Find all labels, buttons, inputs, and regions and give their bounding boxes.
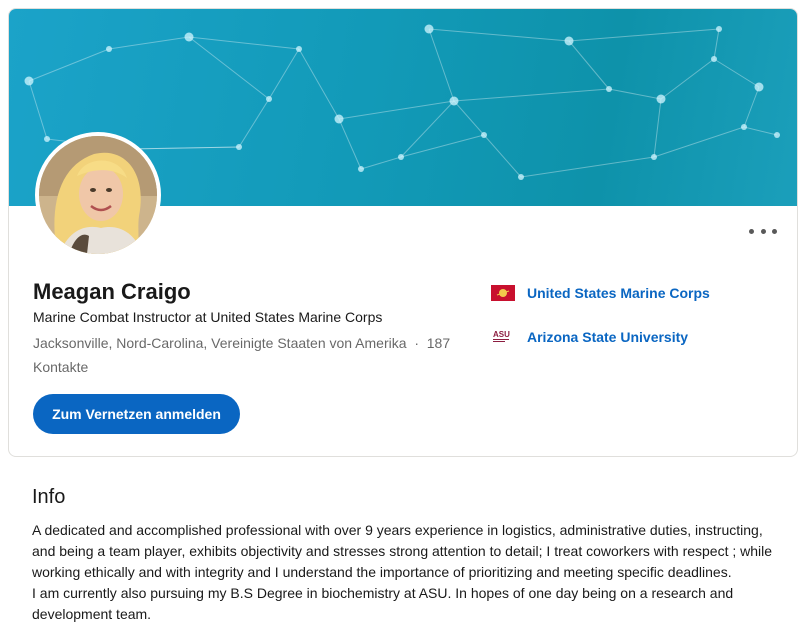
network-node: [774, 132, 780, 138]
profile-card: Meagan Craigo Marine Combat Instructor a…: [8, 8, 798, 457]
network-line: [338, 100, 455, 120]
network-line: [28, 80, 48, 140]
network-node: [44, 136, 50, 142]
network-line: [108, 36, 190, 50]
network-node: [266, 96, 272, 102]
network-node: [398, 154, 404, 160]
org-usmc[interactable]: United States Marine Corps: [491, 282, 710, 304]
dot-icon: [760, 228, 766, 234]
network-line: [360, 156, 402, 170]
network-line: [428, 28, 570, 42]
network-line: [268, 48, 300, 100]
network-node: [358, 166, 364, 172]
network-line: [453, 100, 485, 136]
profile-name: Meagan Craigo: [33, 279, 191, 304]
network-node: [296, 46, 302, 52]
network-line: [608, 88, 662, 100]
network-node: [424, 24, 434, 34]
network-line: [128, 146, 240, 150]
network-line: [428, 28, 455, 102]
network-line: [660, 58, 715, 100]
dot-icon: [749, 228, 754, 234]
profile-headline: Marine Combat Instructor at United State…: [33, 309, 383, 325]
info-paragraph: A dedicated and accomplished professiona…: [32, 522, 773, 580]
network-line: [743, 126, 778, 136]
connect-button[interactable]: Zum Vernetzen anmelden: [33, 394, 240, 434]
network-node: [334, 114, 344, 124]
network-line: [338, 118, 362, 170]
network-line: [568, 40, 610, 90]
info-text: A dedicated and accomplished professiona…: [32, 520, 782, 625]
network-line: [483, 134, 522, 178]
network-line: [743, 86, 760, 128]
usmc-logo-icon: [491, 285, 515, 301]
network-line: [400, 100, 455, 158]
network-node: [651, 154, 657, 160]
network-line: [453, 88, 610, 102]
network-line: [28, 48, 110, 82]
info-heading: Info: [32, 486, 66, 508]
network-line: [400, 134, 485, 158]
network-line: [713, 28, 720, 60]
more-options-button[interactable]: [749, 221, 777, 241]
network-node: [716, 26, 722, 32]
network-line: [713, 58, 760, 88]
asu-logo-icon: ASU: [491, 329, 515, 345]
org-name-asu: Arizona State University: [527, 329, 689, 345]
network-node: [24, 76, 34, 86]
separator: ·: [414, 335, 419, 351]
profile-location: Jacksonville, Nord-Carolina, Vereinigte …: [33, 331, 453, 379]
network-node: [656, 94, 666, 104]
avatar-photo: [39, 136, 157, 254]
location-text: Jacksonville, Nord-Carolina, Vereinigte …: [33, 335, 407, 351]
network-node: [481, 132, 487, 138]
network-node: [754, 82, 764, 92]
network-line: [238, 98, 270, 148]
org-asu[interactable]: ASU Arizona State University: [491, 326, 688, 348]
network-node: [449, 96, 459, 106]
network-node: [106, 46, 112, 52]
dot-icon: [772, 228, 777, 234]
network-line: [520, 156, 655, 178]
network-line: [568, 28, 720, 42]
network-line: [298, 48, 340, 120]
network-node: [564, 36, 574, 46]
network-line: [653, 126, 745, 158]
org-name-usmc: United States Marine Corps: [527, 285, 710, 301]
avatar[interactable]: [35, 132, 161, 258]
info-paragraph: I am currently also pursuing my B.S Degr…: [32, 585, 734, 622]
network-node: [741, 124, 747, 130]
svg-text:ASU: ASU: [493, 330, 510, 339]
network-node: [606, 86, 612, 92]
network-line: [188, 36, 270, 100]
network-node: [711, 56, 717, 62]
network-node: [236, 144, 242, 150]
network-line: [188, 36, 300, 50]
network-node: [184, 32, 194, 42]
network-node: [518, 174, 524, 180]
network-line: [653, 98, 662, 158]
